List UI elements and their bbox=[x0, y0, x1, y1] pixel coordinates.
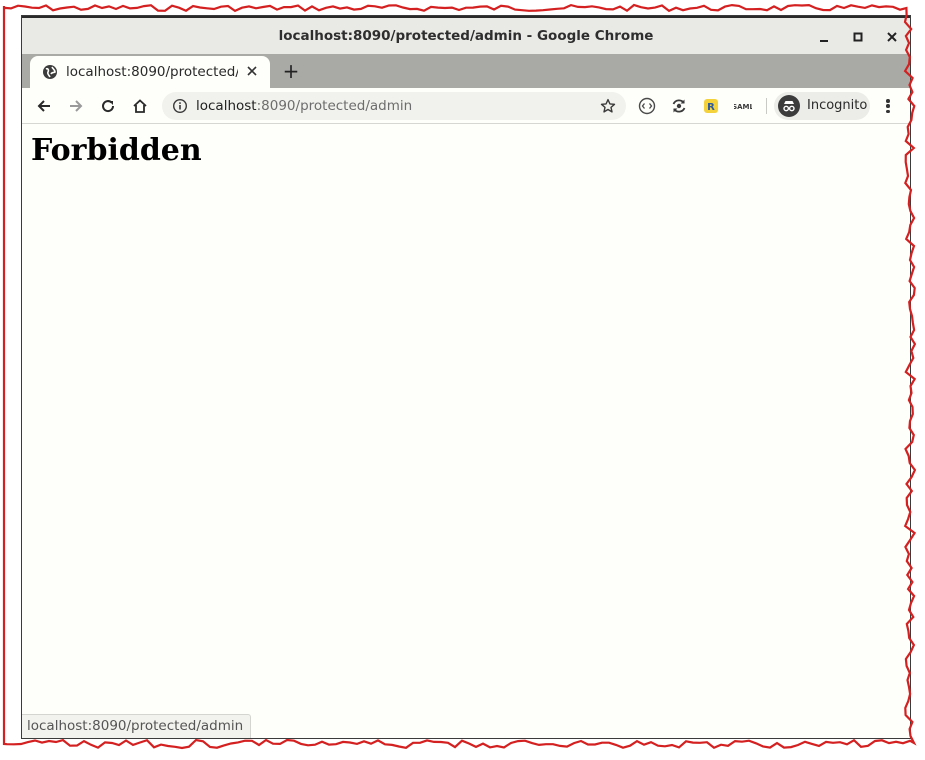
maximize-button[interactable] bbox=[846, 26, 870, 48]
new-tab-button[interactable]: + bbox=[280, 60, 302, 82]
url-path: :8090/protected/admin bbox=[256, 98, 413, 114]
star-icon[interactable] bbox=[600, 98, 616, 114]
incognito-label: Incognito bbox=[807, 98, 868, 113]
globe-icon bbox=[42, 64, 58, 80]
info-icon[interactable] bbox=[172, 98, 188, 114]
window-controls bbox=[812, 26, 904, 48]
reload-icon bbox=[102, 100, 115, 113]
chrome-menu-button[interactable] bbox=[880, 97, 896, 115]
svg-text:SAML: SAML bbox=[734, 103, 752, 111]
svg-text:R: R bbox=[707, 102, 715, 113]
tab-active[interactable]: localhost:8090/protected/admin bbox=[30, 56, 270, 88]
toolbar-separator bbox=[766, 98, 767, 114]
incognito-icon bbox=[778, 95, 800, 117]
browser-window: localhost:8090/protected/admin - Google … bbox=[22, 16, 910, 738]
minimize-button[interactable] bbox=[812, 26, 836, 48]
back-button[interactable] bbox=[34, 96, 54, 116]
sync-extension-icon[interactable] bbox=[670, 97, 688, 115]
url-host: localhost bbox=[196, 98, 257, 114]
arrow-right-icon bbox=[70, 100, 83, 112]
page-content: Forbidden bbox=[22, 125, 910, 738]
forward-button[interactable] bbox=[66, 96, 86, 116]
close-icon bbox=[247, 66, 257, 76]
menu-dot bbox=[886, 109, 890, 113]
tab-title: localhost:8090/protected/admin bbox=[66, 64, 238, 80]
title-bar: localhost:8090/protected/admin - Google … bbox=[22, 16, 910, 54]
menu-dot bbox=[886, 104, 890, 108]
address-url[interactable]: localhost:8090/protected/admin bbox=[196, 98, 412, 114]
status-bubble: localhost:8090/protected/admin bbox=[22, 714, 252, 738]
maximize-icon bbox=[853, 32, 863, 42]
navigation-toolbar: localhost:8090/protected/admin R SAML In… bbox=[22, 88, 910, 124]
close-window-button[interactable] bbox=[880, 26, 904, 48]
menu-dot bbox=[886, 99, 890, 103]
tab-strip: localhost:8090/protected/admin + bbox=[22, 54, 910, 88]
saml-extension-icon[interactable]: SAML bbox=[734, 97, 752, 115]
r-extension-icon[interactable]: R bbox=[702, 97, 720, 115]
close-icon bbox=[887, 32, 897, 42]
reload-button[interactable] bbox=[98, 96, 118, 116]
page-heading: Forbidden bbox=[31, 133, 202, 168]
minimize-icon bbox=[820, 40, 828, 42]
arrow-left-icon bbox=[37, 100, 50, 112]
window-title: localhost:8090/protected/admin - Google … bbox=[278, 28, 654, 44]
home-button[interactable] bbox=[130, 96, 150, 116]
code-extension-icon[interactable] bbox=[638, 97, 656, 115]
address-bar[interactable]: localhost:8090/protected/admin bbox=[162, 92, 626, 120]
incognito-button[interactable]: Incognito bbox=[774, 92, 870, 120]
tab-close-button[interactable] bbox=[244, 64, 260, 80]
home-icon bbox=[133, 99, 147, 113]
